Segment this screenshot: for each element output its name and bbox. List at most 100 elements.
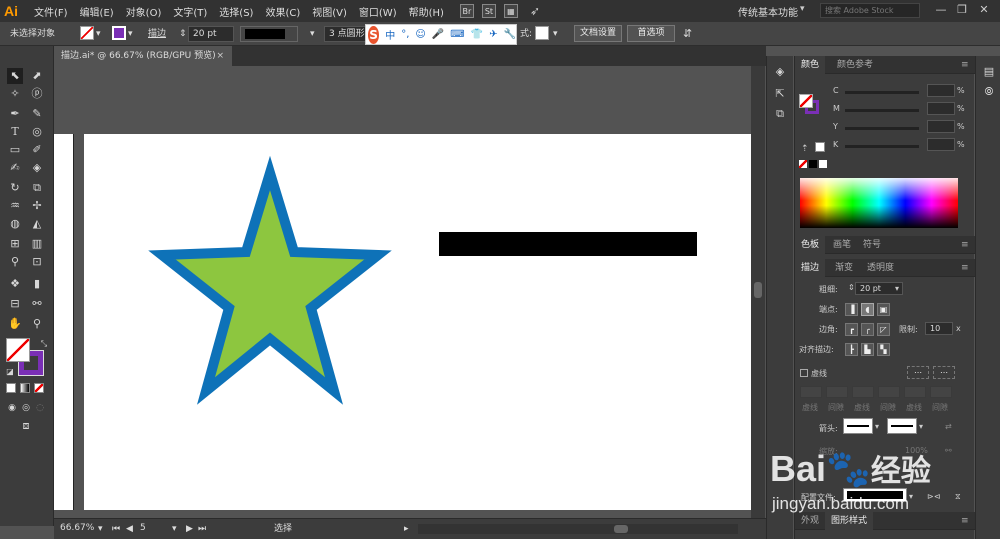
mesh-tool-icon[interactable]: ⊞ <box>7 236 23 252</box>
arrange-documents-icon[interactable]: ▦ <box>503 4 518 18</box>
round-cap-icon[interactable]: ◖ <box>861 303 874 316</box>
vertical-scrollbar[interactable] <box>751 66 765 518</box>
artboard-number-field[interactable]: 5 <box>136 521 174 537</box>
default-colors-icon[interactable]: ◪ <box>2 364 18 380</box>
ime-chinese-icon[interactable]: 中 <box>385 27 395 42</box>
direct-selection-tool-icon[interactable]: ⬈ <box>29 68 45 84</box>
libraries-panel-icon[interactable]: ▤ <box>981 64 997 80</box>
channel-m-field[interactable] <box>927 102 955 115</box>
gap-field-3[interactable] <box>930 386 952 398</box>
shape-builder-tool-icon[interactable]: ◍ <box>7 216 23 232</box>
color-spectrum[interactable] <box>800 178 958 228</box>
rotate-tool-icon[interactable]: ↻ <box>7 180 23 196</box>
tab-color[interactable]: 颜色 <box>795 56 826 74</box>
dash-field-2[interactable] <box>852 386 874 398</box>
limit-field[interactable]: 10 <box>925 322 953 335</box>
tab-symbols[interactable]: 符号 <box>857 236 887 254</box>
dash-field-1[interactable] <box>800 386 822 398</box>
fill-swatch[interactable] <box>80 26 94 40</box>
black-swatch[interactable] <box>809 160 817 168</box>
stroke-label[interactable]: 描边 <box>148 26 166 42</box>
ime-punctuation-icon[interactable]: °, <box>401 29 409 40</box>
dash-field-3[interactable] <box>904 386 926 398</box>
zoom-field[interactable]: 66.67% <box>56 521 104 537</box>
weight-stepper-icon[interactable]: ⇕ <box>848 283 855 292</box>
export-panel-icon[interactable]: ⇱ <box>772 86 788 102</box>
gap-field-2[interactable] <box>878 386 900 398</box>
dashed-checkbox[interactable] <box>800 369 808 377</box>
stroke-stepper-icon[interactable]: ⇕ <box>179 26 187 42</box>
workspace-chevron-icon[interactable]: ▾ <box>800 4 805 14</box>
gpu-performance-icon[interactable]: ➶ <box>530 4 540 18</box>
channel-c-slider[interactable] <box>845 91 919 94</box>
none-swatch[interactable] <box>799 160 807 168</box>
eyedropper-tool-icon[interactable]: ⚲ <box>7 254 23 270</box>
end-arrow-chevron-icon[interactable]: ▾ <box>919 422 923 431</box>
ime-emoji-icon[interactable]: ☺ <box>415 29 425 40</box>
tab-transparency[interactable]: 透明度 <box>861 259 900 277</box>
align-outside-icon[interactable]: ▚ <box>877 343 890 356</box>
end-arrowhead-select[interactable] <box>887 418 917 434</box>
star-shape[interactable] <box>148 155 392 405</box>
tab-appearance[interactable]: 外观 <box>795 512 825 530</box>
profile-chevron-icon[interactable]: ▾ <box>310 26 315 42</box>
artboard[interactable] <box>84 134 754 510</box>
gap-field-1[interactable] <box>826 386 848 398</box>
color-mode-button[interactable] <box>6 383 16 393</box>
start-arrow-chevron-icon[interactable]: ▾ <box>875 422 879 431</box>
bevel-join-icon[interactable]: ◸ <box>877 323 890 336</box>
align-options-icon[interactable]: ⇵ <box>683 26 692 42</box>
miter-join-icon[interactable]: ┏ <box>845 323 858 336</box>
tab-gradient[interactable]: 渐变 <box>829 259 859 277</box>
menu-window[interactable]: 窗口(W) <box>353 4 403 19</box>
stroke-weight-field[interactable]: 20 pt <box>188 26 234 42</box>
ime-tools-icon[interactable]: ✈ <box>489 29 497 40</box>
round-join-icon[interactable]: ╭ <box>861 323 874 336</box>
zoom-chevron-icon[interactable]: ▾ <box>98 521 103 537</box>
channel-k-slider[interactable] <box>845 145 919 148</box>
ime-toolbar[interactable]: S 中 °, ☺ 🎤 ⌨ 👕 ✈ 🔧 <box>365 24 517 45</box>
layers-panel-icon[interactable]: ◈ <box>772 64 788 80</box>
hand-tool-icon[interactable]: ✋ <box>7 316 23 332</box>
web-safe-swatch[interactable] <box>815 142 825 152</box>
variable-width-profile[interactable] <box>240 26 298 42</box>
canvas-area[interactable] <box>54 66 766 518</box>
selection-tool-icon[interactable]: ⬉ <box>7 68 23 84</box>
paintbrush-tool-icon[interactable]: ✐ <box>29 142 45 158</box>
align-center-icon[interactable]: ┣ <box>845 343 858 356</box>
eraser-tool-icon[interactable]: ◈ <box>29 160 45 176</box>
artboards-panel-icon[interactable]: ⧉ <box>772 106 788 122</box>
pen-tool-icon[interactable]: ✒ <box>7 106 23 122</box>
white-swatch[interactable] <box>819 160 827 168</box>
column-graph-tool-icon[interactable]: ▮ <box>29 276 45 292</box>
tab-swatches[interactable]: 色板 <box>795 236 826 254</box>
free-transform-tool-icon[interactable]: ✢ <box>29 198 45 214</box>
none-mode-button[interactable] <box>34 383 44 393</box>
stroke-swatch[interactable] <box>112 26 126 40</box>
channel-y-field[interactable] <box>927 120 955 133</box>
reset-profile-icon[interactable]: ⧖ <box>955 492 961 502</box>
appearance-menu-icon[interactable]: ≡ <box>955 512 975 530</box>
ime-skin-icon[interactable]: 👕 <box>471 29 483 40</box>
ime-keyboard-icon[interactable]: ⌨ <box>450 29 464 40</box>
status-menu-icon[interactable]: ▸ <box>404 521 409 537</box>
symbol-sprayer-tool-icon[interactable]: ❖ <box>7 276 23 292</box>
shaper-tool-icon[interactable]: ✍ <box>7 160 23 176</box>
preserve-dash-icon[interactable]: ⋯ <box>907 366 929 379</box>
stroke-chevron-icon[interactable]: ▾ <box>128 26 133 42</box>
menu-help[interactable]: 帮助(H) <box>403 4 450 19</box>
document-setup-button[interactable]: 文档设置 <box>574 25 622 42</box>
menu-file[interactable]: 文件(F) <box>28 4 74 19</box>
slice-tool-icon[interactable]: ⚯ <box>29 296 45 312</box>
last-artboard-icon[interactable]: ⏭ <box>198 521 206 537</box>
weight-chevron-icon[interactable]: ▾ <box>895 284 899 293</box>
fill-color-box[interactable] <box>6 338 30 362</box>
gradient-mode-button[interactable] <box>20 383 30 393</box>
menu-object[interactable]: 对象(O) <box>120 4 168 19</box>
align-inside-icon[interactable]: ▙ <box>861 343 874 356</box>
lasso-tool-icon[interactable]: ⓟ <box>29 86 45 102</box>
menu-effect[interactable]: 效果(C) <box>259 4 306 19</box>
stock-button[interactable]: St <box>481 4 496 18</box>
swatches-menu-icon[interactable]: ≡ <box>955 236 975 254</box>
horizontal-scrollbar[interactable] <box>418 524 738 534</box>
